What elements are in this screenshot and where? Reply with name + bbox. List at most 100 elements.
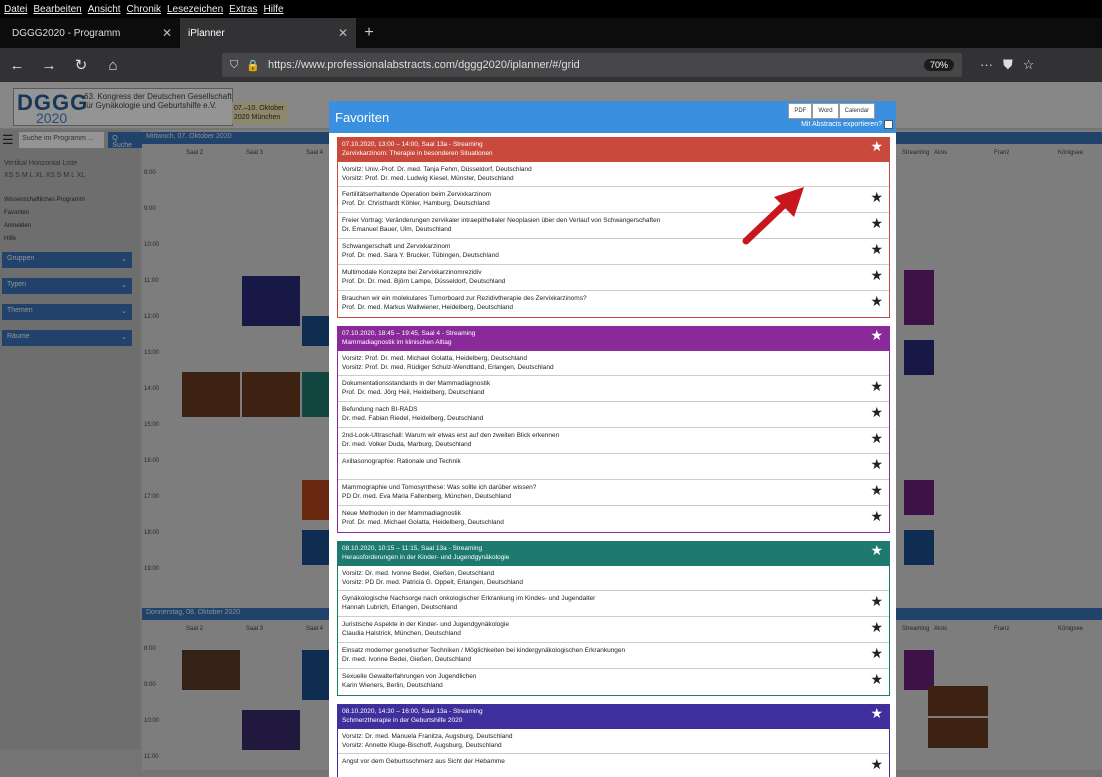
session-datetime: 08.10.2020, 14:30 – 16:00, Saal 13a - St…	[342, 708, 483, 715]
talk-speaker: Prof. Dr. Dr. med. Björn Lampe, Düsseldo…	[342, 278, 506, 285]
talk-speaker: Dr. med. Fabian Riedel, Heidelberg, Deut…	[342, 415, 484, 422]
talk-item[interactable]: Sexuelle Gewalterfahrungen von Jugendlic…	[338, 669, 889, 695]
nav-bar: ← → ↻ ⌂ ⛉ 🔒 https://www.professionalabst…	[0, 48, 1102, 82]
talk-speaker: Dr. med. Ivonne Bedei, Gießen, Deutschla…	[342, 656, 471, 663]
talk-speaker: Dr. med. Volker Duda, Marburg, Deutschla…	[342, 441, 472, 448]
session-chairs: Vorsitz: Prof. Dr. med. Michael Golatta,…	[338, 351, 889, 376]
session-list: 07.10.2020, 13:00 – 14:00, Saal 13a - St…	[329, 133, 896, 777]
favorite-star-icon[interactable]: ★	[870, 139, 883, 153]
lock-icon: 🔒	[246, 59, 260, 72]
session-datetime: 07.10.2020, 18:45 – 19:45, Saal 4 - Stre…	[342, 330, 476, 337]
favorite-star-icon[interactable]: ★	[870, 268, 883, 282]
session-title[interactable]: Schmerztherapie in der Geburtshilfe 2020	[342, 716, 885, 725]
menu-item[interactable]: Ansicht	[88, 4, 121, 15]
favorite-star-icon[interactable]: ★	[870, 543, 883, 557]
export-calendar-button[interactable]: Calendar	[838, 103, 875, 119]
favoriten-modal: Favoriten PDF Word Calendar Mit Abstract…	[329, 101, 896, 777]
bookmark-star-icon[interactable]: ☆	[1023, 57, 1035, 73]
tab-programm[interactable]: DGGG2020 - Programm ✕	[4, 18, 180, 48]
menu-item[interactable]: Bearbeiten	[33, 4, 81, 15]
session-title[interactable]: Zervixkarzinom: Therapie in besonderen S…	[342, 149, 885, 158]
more-icon[interactable]: ···	[980, 57, 993, 73]
favorite-star-icon[interactable]: ★	[870, 509, 883, 523]
favorite-star-icon[interactable]: ★	[870, 672, 883, 686]
favorite-star-icon[interactable]: ★	[870, 190, 883, 204]
talk-item[interactable]: Angst vor dem Geburtsschmerz aus Sicht d…	[338, 754, 889, 777]
talk-item[interactable]: Dokumentationsstandards in der Mammadiag…	[338, 376, 889, 402]
session-header: 08.10.2020, 10:15 – 11:15, Saal 13a - St…	[338, 542, 889, 566]
favorite-star-icon[interactable]: ★	[870, 431, 883, 445]
session-header: 07.10.2020, 18:45 – 19:45, Saal 4 - Stre…	[338, 327, 889, 351]
talk-item[interactable]: Gynäkologische Nachsorge nach onkologisc…	[338, 591, 889, 617]
talk-item[interactable]: Befundung nach BI-RADS Dr. med. Fabian Ri…	[338, 402, 889, 428]
export-abstracts-checkbox[interactable]	[884, 120, 893, 129]
pocket-icon[interactable]: ⛊	[1003, 57, 1013, 73]
home-icon[interactable]: ⌂	[102, 57, 124, 74]
talk-item[interactable]: Neue Methoden in der Mammadiagnostik Prof…	[338, 506, 889, 532]
talk-item[interactable]: Mammographie und Tomosynthese: Was sollt…	[338, 480, 889, 506]
menu-item[interactable]: Hilfe	[264, 4, 284, 15]
talk-speaker: Claudia Halstrick, München, Deutschland	[342, 630, 461, 637]
chair-line: Vorsitz: Prof. Dr. med. Ludwig Kiesel, M…	[342, 175, 514, 182]
new-tab-button[interactable]: +	[356, 18, 382, 48]
favorite-star-icon[interactable]: ★	[870, 483, 883, 497]
talk-speaker: Prof. Dr. med. Sara Y. Brucker, Tübingen…	[342, 252, 499, 259]
talk-title: Multimodale Konzepte bei Zervixkarzinomr…	[342, 269, 482, 276]
talk-item[interactable]: Axillasonographie: Rationale und Technik…	[338, 454, 889, 480]
tab-label: DGGG2020 - Programm	[12, 27, 121, 39]
session-chairs: Vorsitz: Univ.-Prof. Dr. med. Tanja Fehm…	[338, 162, 889, 187]
url-bar[interactable]: ⛉ 🔒 https://www.professionalabstracts.co…	[222, 53, 962, 77]
talk-item[interactable]: Juristische Aspekte in der Kinder- und J…	[338, 617, 889, 643]
chair-line: Vorsitz: PD Dr. med. Patricia G. Oppelt,…	[342, 579, 523, 586]
favorite-star-icon[interactable]: ★	[870, 620, 883, 634]
favorite-star-icon[interactable]: ★	[870, 328, 883, 342]
export-word-button[interactable]: Word	[812, 103, 839, 119]
talk-speaker: Hannah Lubrich, Erlangen, Deutschland	[342, 604, 458, 611]
export-pdf-button[interactable]: PDF	[788, 103, 813, 119]
session-chairs: Vorsitz: Dr. med. Manuela Franitza, Augs…	[338, 729, 889, 754]
talk-title: Neue Methoden in der Mammadiagnostik	[342, 510, 461, 517]
menu-item[interactable]: Lesezeichen	[167, 4, 223, 15]
session-datetime: 08.10.2020, 10:15 – 11:15, Saal 13a - St…	[342, 545, 483, 552]
favorite-star-icon[interactable]: ★	[870, 216, 883, 230]
favorite-star-icon[interactable]: ★	[870, 242, 883, 256]
talk-speaker: Prof. Dr. med. Markus Wallwiener, Heidel…	[342, 304, 513, 311]
close-icon[interactable]: ✕	[338, 26, 348, 40]
talk-item[interactable]: Brauchen wir ein molekulares Tumorboard …	[338, 291, 889, 317]
chair-line: Vorsitz: Univ.-Prof. Dr. med. Tanja Fehm…	[342, 166, 532, 173]
talk-title: Juristische Aspekte in der Kinder- und J…	[342, 621, 509, 628]
talk-item[interactable]: Multimodale Konzepte bei Zervixkarzinomr…	[338, 265, 889, 291]
back-icon[interactable]: ←	[6, 57, 28, 74]
favorite-star-icon[interactable]: ★	[870, 757, 883, 771]
talk-title: Einsatz moderner genetischer Techniken /…	[342, 647, 626, 654]
favorite-star-icon[interactable]: ★	[870, 594, 883, 608]
modal-header: Favoriten PDF Word Calendar Mit Abstract…	[329, 101, 896, 133]
tab-iplanner[interactable]: iPlanner ✕	[180, 18, 356, 48]
favorite-star-icon[interactable]: ★	[870, 706, 883, 720]
favorite-session: 08.10.2020, 10:15 – 11:15, Saal 13a - St…	[337, 541, 890, 696]
session-title[interactable]: Mammadiagnostik im klinischen Alltag	[342, 338, 885, 347]
favorite-session: 07.10.2020, 18:45 – 19:45, Saal 4 - Stre…	[337, 326, 890, 533]
forward-icon[interactable]: →	[38, 57, 60, 74]
close-icon[interactable]: ✕	[162, 26, 172, 40]
talk-title: 2nd-Look-Ultraschall: Warum wir etwas er…	[342, 432, 560, 439]
favorite-star-icon[interactable]: ★	[870, 457, 883, 471]
chair-line: Vorsitz: Dr. med. Manuela Franitza, Augs…	[342, 733, 513, 740]
favorite-star-icon[interactable]: ★	[870, 405, 883, 419]
favorite-star-icon[interactable]: ★	[870, 294, 883, 308]
favorite-session: 08.10.2020, 14:30 – 16:00, Saal 13a - St…	[337, 704, 890, 777]
talk-item[interactable]: Einsatz moderner genetischer Techniken /…	[338, 643, 889, 669]
favorite-star-icon[interactable]: ★	[870, 379, 883, 393]
shield-icon[interactable]: ⛉	[230, 59, 238, 72]
menu-item[interactable]: Extras	[229, 4, 257, 15]
talk-speaker: Prof. Dr. med. Jörg Heil, Heidelberg, De…	[342, 389, 485, 396]
favorite-star-icon[interactable]: ★	[870, 646, 883, 660]
session-datetime: 07.10.2020, 13:00 – 14:00, Saal 13a - St…	[342, 141, 483, 148]
menu-item[interactable]: Chronik	[127, 4, 161, 15]
talk-item[interactable]: 2nd-Look-Ultraschall: Warum wir etwas er…	[338, 428, 889, 454]
reload-icon[interactable]: ↻	[70, 56, 92, 74]
zoom-badge[interactable]: 70%	[923, 59, 954, 71]
talk-title: Gynäkologische Nachsorge nach onkologisc…	[342, 595, 596, 602]
menu-item[interactable]: Datei	[4, 4, 27, 15]
session-title[interactable]: Herausforderungen in der Kinder- und Jug…	[342, 553, 885, 562]
